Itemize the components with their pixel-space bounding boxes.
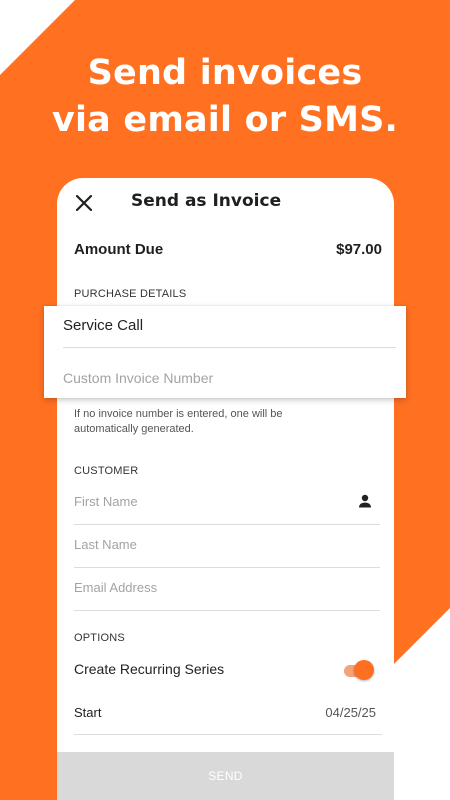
first-name-placeholder: First Name xyxy=(74,494,138,509)
start-date-value: 04/25/25 xyxy=(325,705,376,720)
headline-line-1: Send invoices xyxy=(87,53,363,93)
amount-due-label: Amount Due xyxy=(74,241,164,258)
headline-line-2: via email or SMS. xyxy=(51,100,399,140)
start-date-label: Start xyxy=(74,705,102,720)
close-icon xyxy=(75,194,93,212)
amount-due-row: Amount Due $97.00 xyxy=(74,241,382,261)
invoice-screen: Send as Invoice Amount Due $97.00 PURCHA… xyxy=(57,178,394,800)
send-button[interactable]: SEND xyxy=(57,752,394,800)
last-name-field[interactable]: Last Name xyxy=(74,525,380,568)
purchase-details-heading: PURCHASE DETAILS xyxy=(74,288,187,300)
send-button-label: SEND xyxy=(208,769,243,783)
email-field[interactable]: Email Address xyxy=(74,568,380,611)
options-heading: OPTIONS xyxy=(74,632,125,644)
amount-due-value: $97.00 xyxy=(336,241,382,258)
custom-invoice-number-placeholder: Custom Invoice Number xyxy=(63,370,214,386)
start-date-row[interactable]: Start 04/25/25 xyxy=(74,698,382,735)
service-field[interactable]: Service Call xyxy=(63,306,396,348)
purchase-details-card: Service Call Custom Invoice Number xyxy=(44,306,406,398)
custom-invoice-number-field[interactable]: Custom Invoice Number xyxy=(63,356,396,398)
customer-heading: CUSTOMER xyxy=(74,465,139,477)
invoice-number-helper-text: If no invoice number is entered, one wil… xyxy=(74,408,283,435)
recurring-series-toggle[interactable] xyxy=(342,660,374,680)
last-name-placeholder: Last Name xyxy=(74,537,137,552)
close-button[interactable] xyxy=(73,192,95,214)
first-name-field[interactable]: First Name xyxy=(74,482,380,525)
recurring-series-row: Create Recurring Series xyxy=(74,654,382,686)
promo-headline: Send invoices via email or SMS. xyxy=(0,50,450,144)
recurring-series-label: Create Recurring Series xyxy=(74,661,225,677)
service-value: Service Call xyxy=(63,317,144,334)
app-bar: Send as Invoice xyxy=(57,178,394,228)
toggle-thumb xyxy=(354,660,374,680)
person-icon[interactable] xyxy=(357,493,373,509)
page-title: Send as Invoice xyxy=(131,191,282,211)
email-placeholder: Email Address xyxy=(74,580,158,595)
